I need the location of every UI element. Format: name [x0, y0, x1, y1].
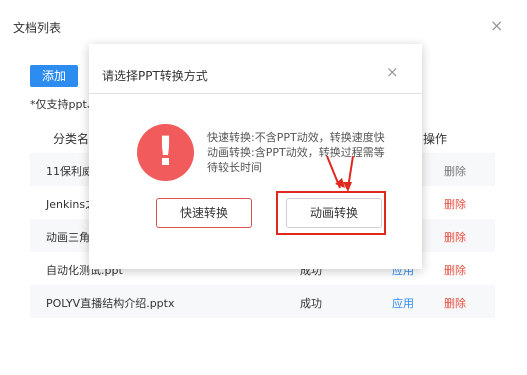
dialog-title: 请选择PPT转换方式 [102, 69, 208, 83]
delete-link[interactable]: 删除 [444, 196, 466, 212]
row-status: 成功 [300, 297, 322, 310]
delete-link[interactable]: 删除 [444, 262, 466, 278]
fast-convert-button[interactable]: 快速转换 [156, 198, 252, 228]
dialog-divider [89, 93, 422, 94]
desc-line-fast: 快速转换:不含PPT动效，转换速度快 [207, 131, 385, 144]
animation-convert-button[interactable]: 动画转换 [286, 198, 382, 228]
add-button[interactable]: 添加 [30, 65, 78, 87]
delete-link[interactable]: 删除 [444, 295, 466, 311]
window-close-icon[interactable]: × [490, 16, 503, 35]
row-name: POLYV直播结构介绍.pptx [46, 297, 175, 310]
conversion-dialog: 请选择PPT转换方式 × ! 快速转换:不含PPT动效，转换速度快 动画转换:含… [89, 44, 422, 269]
apply-link[interactable]: 应用 [392, 295, 414, 311]
window-title: 文档列表 [13, 21, 62, 35]
delete-link[interactable]: 删除 [444, 163, 466, 179]
delete-link[interactable]: 删除 [444, 229, 466, 245]
dialog-close-icon[interactable]: × [386, 63, 399, 81]
column-header-actions: 操作 [423, 132, 448, 146]
row-name: 动画三角 [46, 231, 90, 244]
row-name: 11保利威 [46, 165, 93, 178]
warning-icon: ! [137, 124, 194, 181]
pointer-arrows-icon [326, 155, 354, 192]
